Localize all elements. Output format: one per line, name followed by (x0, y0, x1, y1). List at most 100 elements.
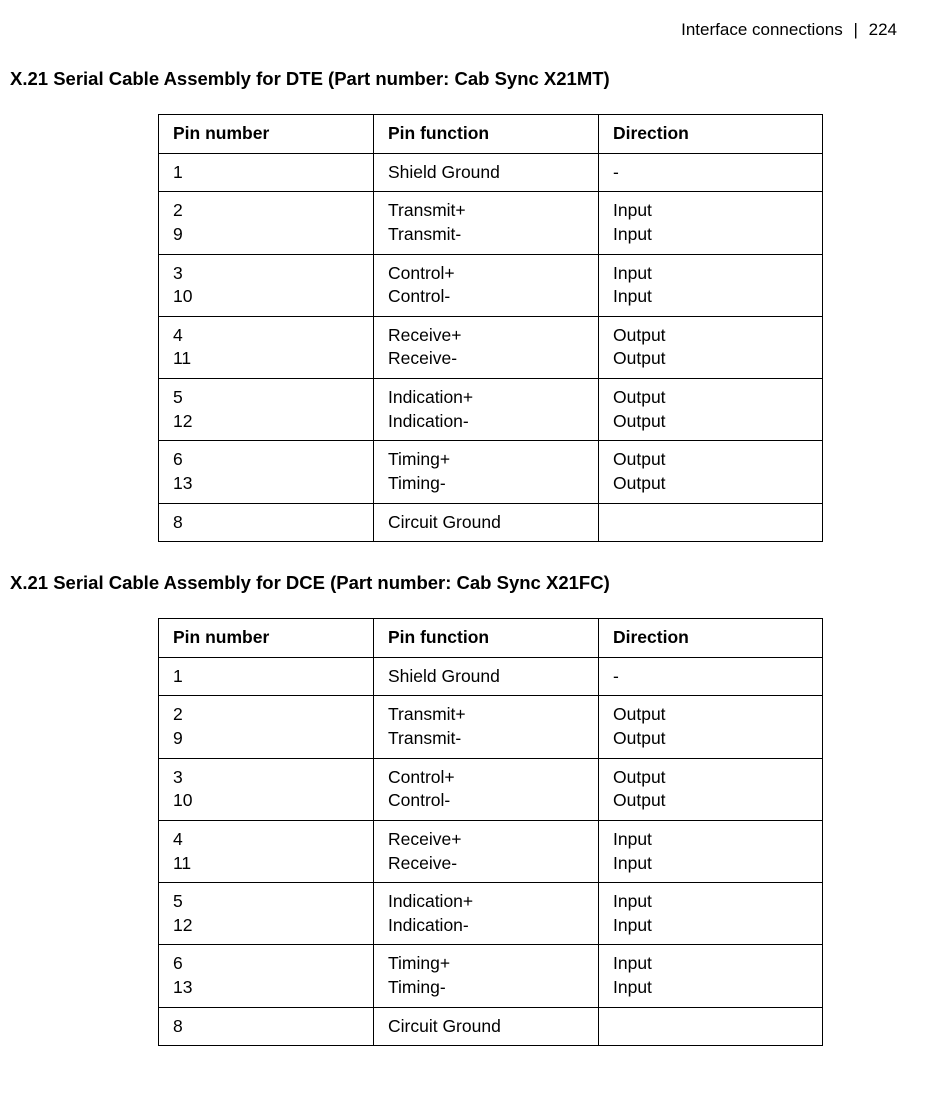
direction-value: - (613, 665, 812, 689)
direction-value: Input (613, 262, 812, 286)
pin-function-value: Transmit+ (388, 703, 588, 727)
pin-function-cell: Shield Ground (374, 657, 599, 696)
table-header-cell: Pin function (374, 619, 599, 658)
pin-number-value: 5 (173, 386, 363, 410)
direction-value: Input (613, 828, 812, 852)
dte-section-heading: X.21 Serial Cable Assembly for DTE (Part… (10, 68, 905, 90)
pin-function-cell: Receive+Receive- (374, 316, 599, 378)
direction-value: Input (613, 199, 812, 223)
pin-number-cell: 8 (159, 503, 374, 542)
direction-value: Output (613, 472, 812, 496)
direction-cell: InputInput (599, 820, 823, 882)
direction-cell: - (599, 657, 823, 696)
pin-number-value: 12 (173, 914, 363, 938)
pin-function-value: Receive- (388, 852, 588, 876)
direction-value: Input (613, 976, 812, 1000)
direction-value: Output (613, 727, 812, 751)
pin-function-value: Control- (388, 285, 588, 309)
pin-number-cell: 1 (159, 657, 374, 696)
pin-number-value: 6 (173, 448, 363, 472)
direction-value: Input (613, 852, 812, 876)
direction-value: Input (613, 914, 812, 938)
pin-function-value: Indication+ (388, 386, 588, 410)
direction-value (613, 511, 812, 535)
pin-number-value: 8 (173, 511, 363, 535)
pin-function-cell: Control+Control- (374, 254, 599, 316)
direction-value (613, 1015, 812, 1039)
direction-cell: InputInput (599, 192, 823, 254)
pin-number-value: 10 (173, 789, 363, 813)
table-row: 1Shield Ground- (159, 657, 823, 696)
direction-value: Output (613, 410, 812, 434)
table-header-row: Pin numberPin functionDirection (159, 115, 823, 154)
pin-function-value: Timing+ (388, 952, 588, 976)
direction-value: Output (613, 789, 812, 813)
pin-function-value: Timing- (388, 976, 588, 1000)
table-row: 8 Circuit Ground (159, 503, 823, 542)
pin-function-value: Indication- (388, 410, 588, 434)
table-header-cell: Direction (599, 115, 823, 154)
running-header: Interface connections | 224 (10, 20, 905, 40)
pin-function-cell: Receive+Receive- (374, 820, 599, 882)
sections-container: X.21 Serial Cable Assembly for DTE (Part… (10, 68, 905, 1046)
header-separator: | (847, 20, 863, 39)
direction-cell: - (599, 153, 823, 192)
pin-function-value: Indication+ (388, 890, 588, 914)
pin-function-value: Receive- (388, 347, 588, 371)
pin-function-value: Receive+ (388, 324, 588, 348)
pin-function-cell: Circuit Ground (374, 1007, 599, 1046)
pin-number-value: 13 (173, 976, 363, 1000)
pin-function-cell: Timing+Timing- (374, 441, 599, 503)
pin-function-value: Transmit- (388, 223, 588, 247)
direction-value: Output (613, 448, 812, 472)
direction-value: Input (613, 952, 812, 976)
pin-number-value: 11 (173, 852, 363, 876)
pin-number-value: 13 (173, 472, 363, 496)
pin-number-value: 12 (173, 410, 363, 434)
table-row: 310Control+Control-InputInput (159, 254, 823, 316)
pin-function-value: Timing+ (388, 448, 588, 472)
pin-number-value: 1 (173, 161, 363, 185)
pin-function-cell: Circuit Ground (374, 503, 599, 542)
pin-number-value: 9 (173, 727, 363, 751)
pin-function-value: Circuit Ground (388, 1015, 588, 1039)
pin-number-cell: 1 (159, 153, 374, 192)
pin-function-value: Timing- (388, 472, 588, 496)
direction-cell (599, 1007, 823, 1046)
pin-number-cell: 512 (159, 883, 374, 945)
pin-number-value: 4 (173, 324, 363, 348)
pin-number-value: 2 (173, 199, 363, 223)
pin-function-value: Control+ (388, 262, 588, 286)
direction-cell: InputInput (599, 945, 823, 1007)
pin-number-cell: 29 (159, 192, 374, 254)
table-row: 411Receive+Receive-InputInput (159, 820, 823, 882)
pin-number-value: 11 (173, 347, 363, 371)
pin-number-cell: 613 (159, 441, 374, 503)
dte-section-table: Pin numberPin functionDirection 1 Shield G… (158, 114, 823, 542)
pin-number-value: 6 (173, 952, 363, 976)
direction-cell: OutputOutput (599, 379, 823, 441)
direction-cell (599, 503, 823, 542)
pin-function-value: Transmit+ (388, 199, 588, 223)
pin-function-value: Control- (388, 789, 588, 813)
direction-cell: OutputOutput (599, 696, 823, 758)
pin-function-cell: Shield Ground (374, 153, 599, 192)
direction-cell: InputInput (599, 883, 823, 945)
direction-value: Input (613, 285, 812, 309)
pin-function-value: Circuit Ground (388, 511, 588, 535)
header-page-number: 224 (869, 20, 897, 39)
table-header-cell: Pin number (159, 619, 374, 658)
header-section-name: Interface connections (681, 20, 843, 39)
table-row: 1 Shield Ground- (159, 153, 823, 192)
pin-function-cell: Transmit+Transmit- (374, 192, 599, 254)
pin-number-cell: 29 (159, 696, 374, 758)
table-row: 512 Indication+Indication- OutputOutput (159, 379, 823, 441)
pin-function-cell: Control+Control- (374, 758, 599, 820)
pin-function-value: Indication- (388, 914, 588, 938)
direction-value: Input (613, 223, 812, 247)
pin-number-value: 5 (173, 890, 363, 914)
table-row: 8 Circuit Ground (159, 1007, 823, 1046)
pin-number-value: 3 (173, 766, 363, 790)
table-header-cell: Pin number (159, 115, 374, 154)
pin-number-cell: 8 (159, 1007, 374, 1046)
